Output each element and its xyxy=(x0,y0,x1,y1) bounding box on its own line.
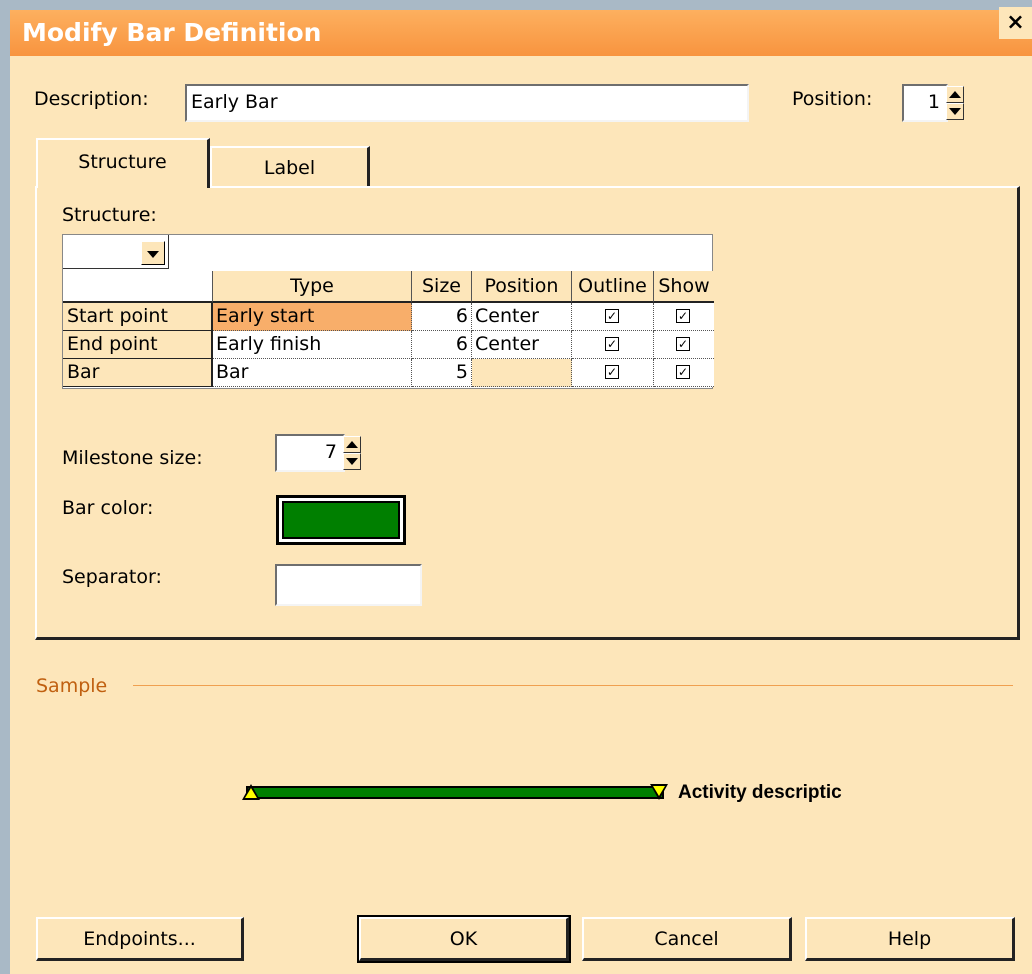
row-header-bar[interactable]: Bar xyxy=(63,359,213,387)
position-label: Position: xyxy=(792,88,873,110)
milestone-size-input[interactable]: 7 xyxy=(275,434,345,472)
tab-structure[interactable]: Structure xyxy=(36,138,210,188)
position-spin-up[interactable] xyxy=(946,86,964,103)
cell-size[interactable]: 6 xyxy=(412,303,472,331)
col-header-position[interactable]: Position xyxy=(472,271,572,303)
tab-label[interactable]: Label xyxy=(210,146,370,186)
cell-outline[interactable]: ✓ xyxy=(572,303,654,331)
col-header-show[interactable]: Show xyxy=(654,271,714,303)
structure-dropdown[interactable] xyxy=(63,235,169,269)
col-header-size[interactable]: Size xyxy=(412,271,472,303)
separator-label: Separator: xyxy=(62,566,162,588)
close-icon: × xyxy=(1006,10,1025,35)
close-button[interactable]: × xyxy=(999,7,1032,39)
description-input[interactable]: Early Bar xyxy=(185,84,749,122)
checkbox-checked-icon[interactable]: ✓ xyxy=(605,365,619,379)
start-triangle-icon xyxy=(245,788,257,798)
spin-up-icon xyxy=(346,441,358,448)
sample-divider xyxy=(133,685,1013,686)
tab-structure-label: Structure xyxy=(78,151,167,173)
cell-show[interactable]: ✓ xyxy=(654,331,714,359)
ok-button[interactable]: OK xyxy=(357,915,571,963)
dropdown-button[interactable] xyxy=(141,241,165,265)
window-title: Modify Bar Definition xyxy=(22,18,322,47)
checkbox-checked-icon[interactable]: ✓ xyxy=(676,365,690,379)
description-label: Description: xyxy=(34,88,149,110)
end-triangle-icon xyxy=(653,786,665,796)
cell-position[interactable]: Center xyxy=(472,331,572,359)
structure-label: Structure: xyxy=(62,204,157,226)
milestone-spin-up[interactable] xyxy=(343,436,361,453)
checkbox-checked-icon[interactable]: ✓ xyxy=(676,309,690,323)
cell-size[interactable]: 5 xyxy=(412,359,472,387)
title-bar[interactable]: Modify Bar Definition xyxy=(10,10,1032,56)
cell-type[interactable]: Early finish xyxy=(213,331,412,359)
separator-input[interactable] xyxy=(275,564,422,606)
row-header-end-point[interactable]: End point xyxy=(63,331,213,359)
sample-activity-text: Activity descriptic xyxy=(678,782,842,803)
bar-color-button[interactable] xyxy=(276,495,406,545)
grid-corner xyxy=(63,271,213,303)
cell-size[interactable]: 6 xyxy=(412,331,472,359)
col-header-outline[interactable]: Outline xyxy=(572,271,654,303)
position-input[interactable]: 1 xyxy=(902,84,948,122)
milestone-spin-down[interactable] xyxy=(343,453,361,470)
spin-up-icon xyxy=(949,91,961,98)
cancel-button[interactable]: Cancel xyxy=(582,917,792,961)
structure-grid[interactable]: Type Size Position Outline Show Start po… xyxy=(62,234,714,389)
endpoints-button[interactable]: Endpoints... xyxy=(36,917,244,961)
cell-outline[interactable]: ✓ xyxy=(572,359,654,387)
bar-color-swatch xyxy=(282,501,400,539)
row-header-start-point[interactable]: Start point xyxy=(63,303,213,331)
help-button[interactable]: Help xyxy=(805,917,1015,961)
tab-label-label: Label xyxy=(263,157,316,179)
checkbox-checked-icon[interactable]: ✓ xyxy=(605,337,619,351)
col-header-type[interactable]: Type xyxy=(213,271,412,303)
checkbox-checked-icon[interactable]: ✓ xyxy=(676,337,690,351)
cell-show[interactable]: ✓ xyxy=(654,359,714,387)
cell-position[interactable]: Center xyxy=(472,303,572,331)
sample-label: Sample xyxy=(36,675,108,697)
spin-down-icon xyxy=(346,458,358,465)
cell-position[interactable] xyxy=(472,359,572,387)
sample-bar xyxy=(246,786,664,799)
spin-down-icon xyxy=(949,108,961,115)
position-spin-down[interactable] xyxy=(946,103,964,120)
chevron-down-icon xyxy=(147,251,159,258)
cell-outline[interactable]: ✓ xyxy=(572,331,654,359)
bar-color-label: Bar color: xyxy=(62,497,154,519)
cell-type[interactable]: Bar xyxy=(213,359,412,387)
cell-type[interactable]: Early start xyxy=(213,303,412,331)
milestone-size-label: Milestone size: xyxy=(62,447,203,469)
cell-show[interactable]: ✓ xyxy=(654,303,714,331)
checkbox-checked-icon[interactable]: ✓ xyxy=(605,309,619,323)
